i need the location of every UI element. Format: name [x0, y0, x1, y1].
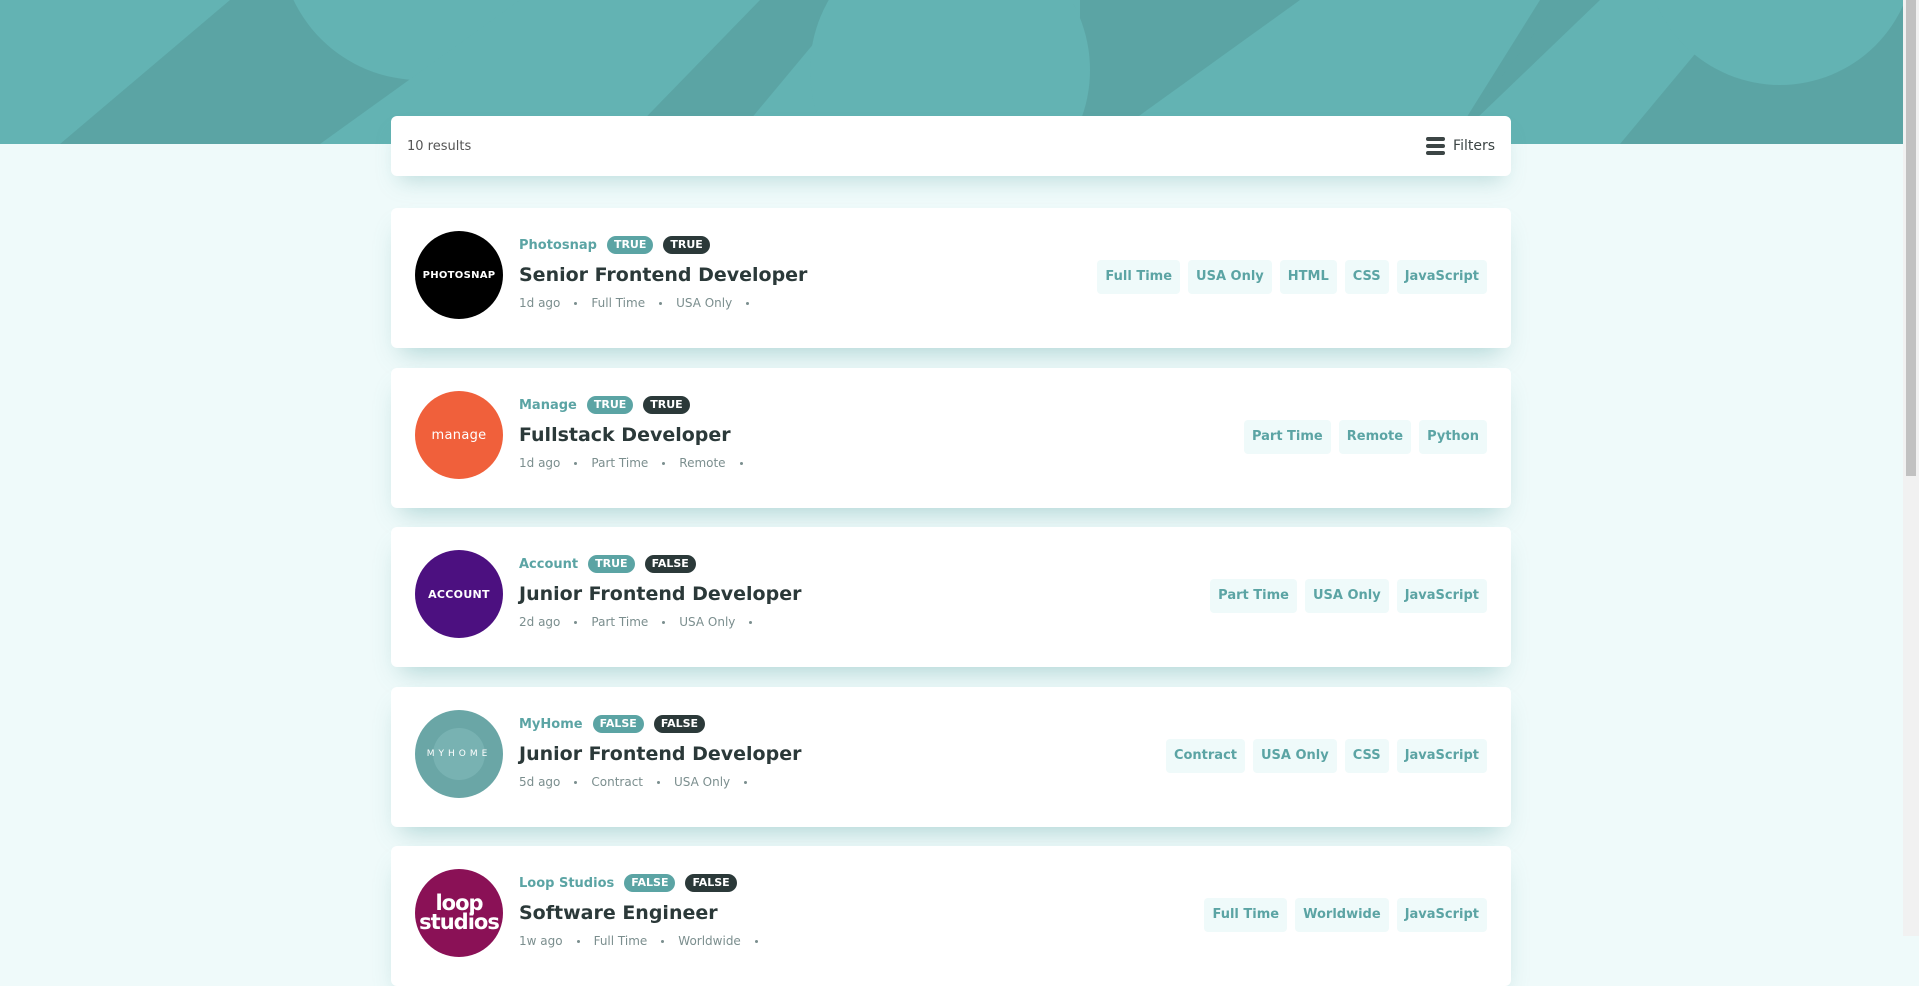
contract-type: Contract	[591, 775, 644, 789]
tag-button[interactable]: USA Only	[1188, 260, 1272, 294]
logo-text: loop studios	[419, 891, 500, 934]
posted-at: 2d ago	[519, 615, 561, 629]
company-name: Photosnap	[519, 237, 597, 253]
tag-button[interactable]: JavaScript	[1396, 898, 1487, 932]
scrollbar-thumb[interactable]	[1906, 0, 1916, 476]
new-badge: FALSE	[592, 715, 644, 733]
tag-list: Full Time USA Only HTML CSS JavaScript	[1097, 260, 1487, 294]
tag-button[interactable]: Remote	[1338, 420, 1412, 454]
logo-text: MYHOME	[426, 749, 492, 759]
filters-label: Filters	[1453, 138, 1495, 154]
featured-badge: TRUE	[663, 236, 710, 254]
logo-text: PHOTOSNAP	[422, 269, 496, 281]
company-logo: ACCOUNT	[415, 550, 503, 638]
company-name: Loop Studios	[519, 875, 615, 891]
new-badge: TRUE	[586, 396, 634, 414]
contract-type: Full Time	[593, 934, 648, 948]
company-logo: MYHOME	[415, 710, 503, 798]
featured-badge: FALSE	[644, 555, 696, 573]
tag-button[interactable]: Part Time	[1243, 420, 1331, 454]
tag-button[interactable]: USA Only	[1253, 739, 1337, 773]
featured-badge: FALSE	[685, 874, 737, 892]
logo-text: ACCOUNT	[428, 587, 490, 601]
featured-badge: TRUE	[643, 396, 690, 414]
filter-bar: 10 results Filters	[391, 116, 1511, 176]
tag-button[interactable]: USA Only	[1304, 579, 1389, 613]
job-card: PHOTOSNAP Photosnap TRUE TRUE Senior Fro…	[391, 208, 1511, 348]
job-location: USA Only	[674, 775, 731, 789]
tag-button[interactable]: Full Time	[1097, 260, 1181, 294]
company-logo: loop studios	[415, 869, 503, 957]
tag-list: Contract USA Only CSS JavaScript	[1165, 739, 1487, 773]
company-name: Account	[519, 556, 579, 572]
tag-button[interactable]: Full Time	[1204, 898, 1288, 932]
tag-list: Part Time USA Only JavaScript	[1210, 579, 1487, 613]
menu-icon	[1426, 137, 1446, 155]
job-title[interactable]: Software Engineer	[519, 902, 758, 924]
company-name: Manage	[519, 397, 577, 413]
tag-button[interactable]: CSS	[1344, 739, 1389, 773]
new-badge: TRUE	[588, 555, 635, 573]
new-badge: FALSE	[624, 874, 676, 892]
job-location: Remote	[679, 456, 726, 470]
tag-button[interactable]: JavaScript	[1396, 579, 1487, 613]
job-card: loop studios Loop Studios FALSE FALSE So…	[391, 846, 1511, 986]
tag-button[interactable]: Contract	[1165, 739, 1245, 773]
job-card: MYHOME MyHome FALSE FALSE Junior Fronten…	[391, 687, 1511, 827]
contract-type: Part Time	[591, 615, 649, 629]
tag-button[interactable]: Python	[1419, 420, 1487, 454]
job-card: ACCOUNT Account TRUE FALSE Junior Fronte…	[391, 527, 1511, 667]
tag-button[interactable]: Part Time	[1210, 579, 1297, 613]
posted-at: 5d ago	[519, 775, 561, 789]
job-location: Worldwide	[678, 934, 741, 948]
page-scrollbar[interactable]	[1903, 0, 1919, 936]
tag-button[interactable]: Worldwide	[1295, 898, 1389, 932]
job-location: USA Only	[679, 615, 736, 629]
job-title[interactable]: Junior Frontend Developer	[519, 743, 801, 765]
job-location: USA Only	[676, 296, 733, 310]
tag-button[interactable]: JavaScript	[1396, 739, 1487, 773]
job-title[interactable]: Fullstack Developer	[519, 424, 743, 446]
filters-button[interactable]: Filters	[1426, 137, 1495, 155]
results-count: 10 results	[407, 138, 472, 154]
tag-button[interactable]: JavaScript	[1396, 260, 1487, 294]
tag-list: Part Time Remote Python	[1243, 420, 1487, 454]
posted-at: 1d ago	[519, 296, 561, 310]
company-name: MyHome	[519, 716, 583, 732]
job-title[interactable]: Senior Frontend Developer	[519, 264, 807, 286]
featured-badge: FALSE	[653, 715, 706, 733]
tag-list: Full Time Worldwide JavaScript	[1204, 898, 1487, 932]
posted-at: 1d ago	[519, 456, 561, 470]
contract-type: Part Time	[591, 456, 649, 470]
company-logo: manage	[415, 391, 503, 479]
job-card: manage Manage TRUE TRUE Fullstack Develo…	[391, 368, 1511, 508]
logo-text: manage	[431, 427, 487, 443]
tag-button[interactable]: CSS	[1344, 260, 1389, 294]
contract-type: Full Time	[591, 296, 646, 310]
posted-at: 1w ago	[519, 934, 563, 948]
company-logo: PHOTOSNAP	[415, 231, 503, 319]
job-title[interactable]: Junior Frontend Developer	[519, 583, 801, 605]
tag-button[interactable]: HTML	[1279, 260, 1337, 294]
new-badge: TRUE	[606, 236, 654, 254]
